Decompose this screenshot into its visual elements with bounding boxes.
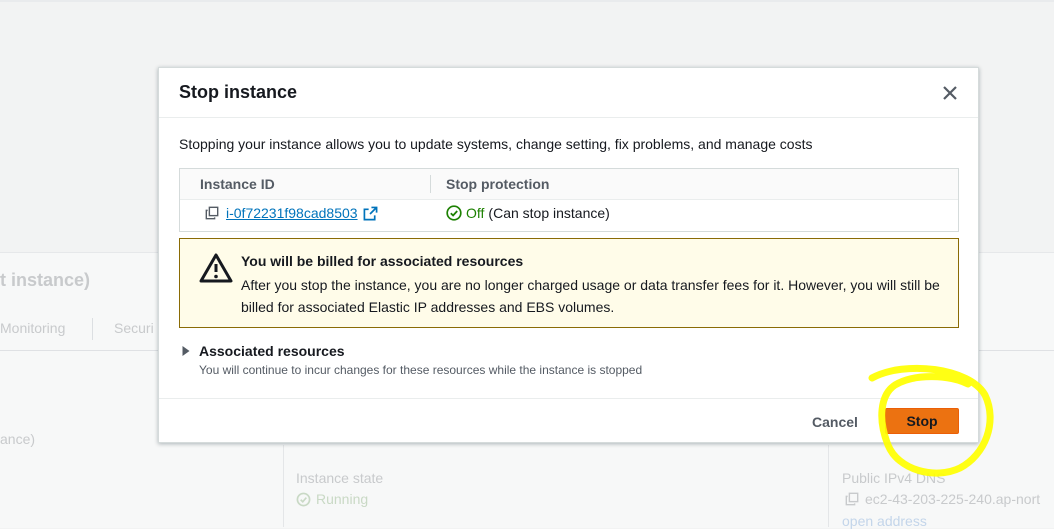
copy-icon[interactable] — [205, 206, 219, 220]
stop-protection-cell: Off (Can stop instance) — [446, 205, 610, 221]
column-divider — [828, 445, 829, 527]
tab-divider — [92, 318, 93, 340]
running-check-icon — [296, 492, 311, 506]
protection-detail: (Can stop instance) — [488, 205, 610, 221]
external-link-icon[interactable] — [363, 206, 378, 221]
protection-status: Off — [466, 205, 485, 221]
column-divider — [430, 175, 431, 193]
success-check-icon — [446, 205, 462, 221]
associated-resources-expander[interactable]: Associated resources — [181, 343, 345, 359]
instance-state-value: Running — [296, 491, 368, 507]
modal-title: Stop instance — [179, 82, 298, 102]
instance-state-label: Instance state — [296, 470, 384, 486]
public-dns-value: ec2-43-203-225-240.ap-nort — [845, 491, 1040, 507]
tab-monitoring[interactable]: Monitoring — [0, 320, 65, 336]
public-dns-text: ec2-43-203-225-240.ap-nort — [865, 491, 1041, 507]
warning-body: After you stop the instance, you are no … — [241, 277, 940, 315]
table-row: i-0f72231f98cad8503 — [205, 205, 378, 221]
billing-warning-alert: You will be billed for associated resour… — [179, 238, 959, 328]
stop-button[interactable]: Stop — [885, 408, 959, 434]
public-dns-label: Public IPv4 DNS — [842, 470, 946, 486]
modal-footer-divider — [159, 398, 978, 399]
column-header-instance-id: Instance ID — [200, 176, 275, 192]
associated-resources-description: You will continue to incur changes for t… — [199, 363, 643, 377]
column-header-stop-protection: Stop protection — [446, 176, 550, 192]
background-instance-title: t instance) — [0, 270, 91, 290]
warning-icon — [199, 253, 233, 283]
instance-info-table: Instance ID Stop protection i-0f72231f98… — [179, 168, 959, 232]
instance-id-link[interactable]: i-0f72231f98cad8503 — [226, 205, 358, 221]
associated-resources-label[interactable]: Associated resources — [199, 343, 345, 359]
caret-right-icon[interactable] — [181, 345, 191, 357]
stop-instance-modal: Stop instance Stopping your instance all… — [158, 67, 979, 443]
warning-title: You will be billed for associated resour… — [241, 253, 524, 269]
column-divider — [283, 445, 284, 527]
table-header: Instance ID Stop protection — [180, 169, 958, 200]
copy-icon[interactable] — [845, 492, 859, 506]
cancel-button[interactable]: Cancel — [799, 408, 871, 436]
modal-header: Stop instance — [159, 68, 978, 118]
close-icon[interactable] — [938, 81, 962, 105]
instance-state-text: Running — [316, 491, 369, 507]
background-left-value: ance) — [0, 431, 36, 447]
close-button[interactable] — [938, 81, 962, 105]
background-top-border — [0, 0, 1054, 2]
tab-security[interactable]: Securi — [114, 320, 154, 336]
modal-description: Stopping your instance allows you to upd… — [179, 136, 813, 152]
